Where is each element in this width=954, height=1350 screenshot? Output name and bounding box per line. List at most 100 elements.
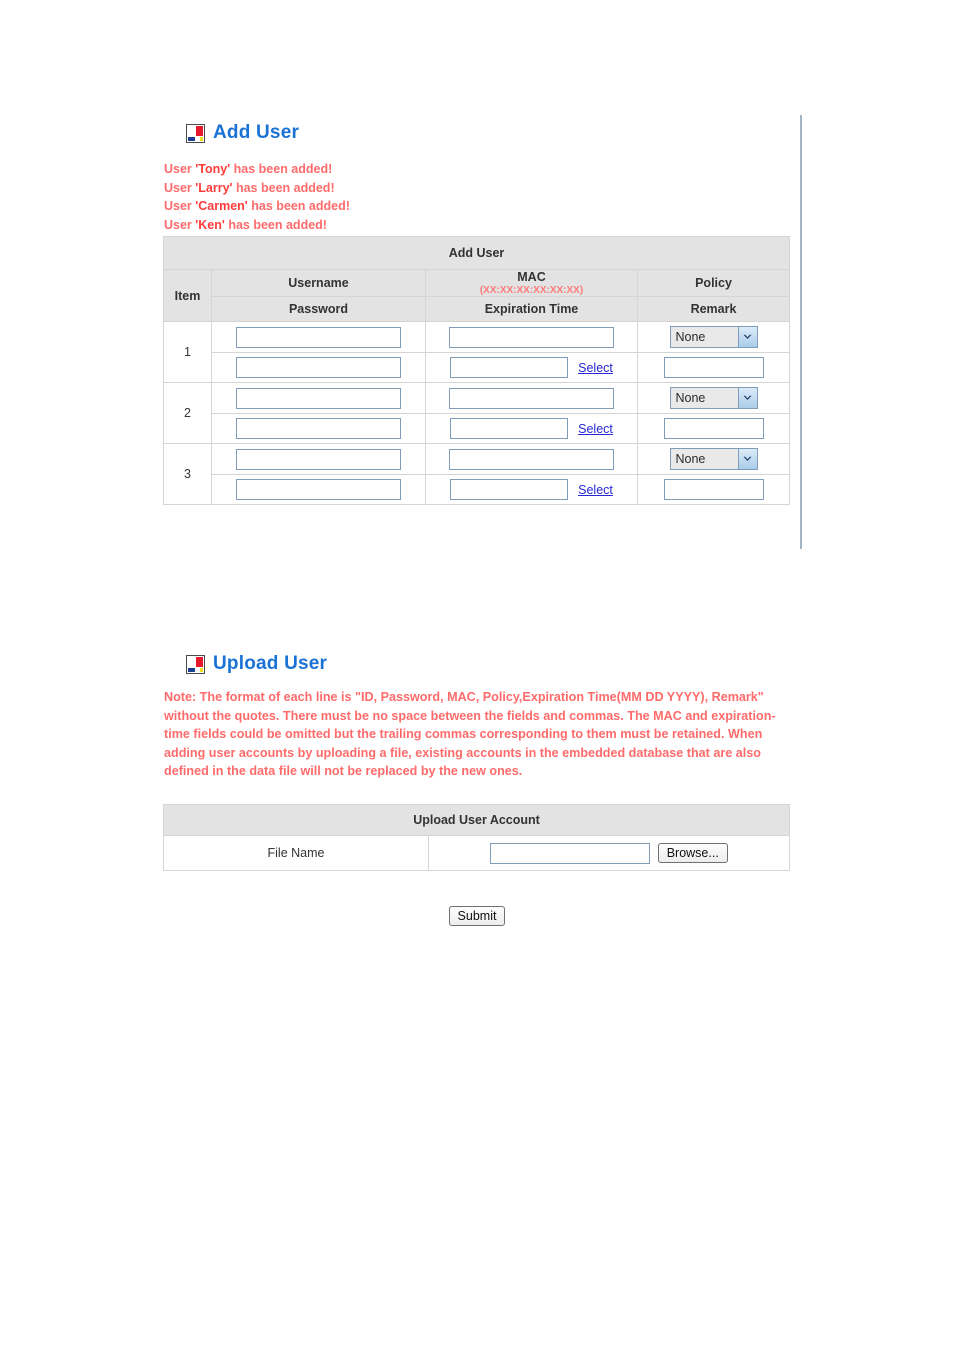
expiration-input[interactable]	[450, 479, 569, 500]
table-caption-row: Upload User Account	[162, 804, 791, 836]
file-name-cell: Browse...	[427, 835, 791, 871]
password-input[interactable]	[236, 357, 401, 378]
upload-format-note: Note: The format of each line is "ID, Pa…	[164, 690, 776, 778]
mondrian-icon-cell-white	[188, 656, 195, 667]
expiration-wrapper: Select	[426, 479, 637, 500]
cell-expiration: Select	[425, 474, 638, 505]
header-item: Item	[163, 269, 212, 322]
mondrian-icon	[186, 654, 205, 674]
mac-input[interactable]	[449, 387, 614, 409]
mondrian-icon-cell-red	[196, 125, 203, 136]
cell-username	[211, 382, 426, 414]
table-row: Select	[164, 474, 791, 505]
upload-user-heading: Upload User	[186, 653, 327, 675]
policy-select[interactable]: None	[669, 326, 758, 348]
status-message-username: 'Carmen'	[195, 199, 248, 213]
username-input[interactable]	[236, 448, 401, 470]
expiration-select-link[interactable]: Select	[578, 422, 613, 436]
submit-button-container: Submit	[163, 906, 791, 926]
cell-mac	[425, 321, 638, 353]
status-message-username: 'Tony'	[195, 162, 231, 176]
chevron-down-icon[interactable]	[737, 327, 757, 347]
table-row: 2 None	[163, 382, 791, 444]
header-expiration-time: Expiration Time	[425, 296, 638, 322]
add-user-heading: Add User	[186, 122, 299, 144]
upload-user-table: Upload User Account File Name Browse...	[162, 804, 791, 871]
cell-policy: None	[636, 321, 791, 353]
username-input[interactable]	[236, 326, 401, 348]
cell-remark	[636, 352, 791, 383]
policy-select[interactable]: None	[669, 387, 758, 409]
status-message-prefix: User	[164, 180, 196, 195]
expiration-wrapper: Select	[426, 357, 637, 378]
table-row: Select	[164, 352, 791, 383]
file-name-input[interactable]	[490, 842, 651, 864]
file-name-row: File Name Browse...	[163, 835, 791, 871]
header-remark: Remark	[636, 296, 791, 322]
status-message-prefix: User	[164, 217, 196, 232]
cell-policy: None	[636, 443, 791, 475]
mondrian-icon	[186, 123, 205, 143]
policy-select[interactable]: None	[669, 448, 758, 470]
expiration-select-link[interactable]: Select	[578, 483, 613, 497]
table-caption-row: Add User	[162, 236, 791, 270]
submit-button[interactable]: Submit	[448, 906, 506, 926]
add-user-table-caption: Add User	[162, 236, 791, 270]
row-item-number: 3	[163, 443, 212, 505]
header-mac-format: (XX:XX:XX:XX:XX:XX)	[479, 285, 584, 296]
mondrian-icon-cell-blue	[188, 667, 195, 672]
upload-user-table-caption: Upload User Account	[162, 804, 791, 836]
header-password: Password	[211, 296, 426, 322]
add-user-title: Add User	[213, 122, 300, 143]
status-message-prefix: User	[164, 162, 196, 176]
table-row: Select	[164, 413, 791, 444]
cell-remark	[636, 413, 791, 444]
expiration-select-link[interactable]: Select	[578, 361, 613, 375]
policy-select-value: None	[670, 327, 738, 347]
status-messages: User 'Tony' has been added! User 'Larry'…	[164, 160, 350, 234]
remark-input[interactable]	[663, 357, 764, 378]
password-input[interactable]	[236, 479, 401, 500]
cell-password	[211, 413, 426, 444]
status-message-suffix: has been added!	[224, 217, 327, 232]
status-message-username: 'Larry'	[195, 180, 233, 195]
username-input[interactable]	[236, 387, 401, 409]
cell-policy: None	[636, 382, 791, 414]
remark-input[interactable]	[663, 418, 764, 439]
mac-input[interactable]	[449, 326, 614, 348]
chevron-down-icon[interactable]	[737, 388, 757, 408]
cell-expiration: Select	[425, 352, 638, 383]
chevron-down-icon[interactable]	[737, 449, 757, 469]
row-item-number: 2	[163, 382, 212, 444]
remark-input[interactable]	[663, 479, 764, 500]
policy-select-value: None	[670, 388, 738, 408]
header-username: Username	[211, 269, 426, 297]
cell-mac	[425, 382, 638, 414]
browse-button[interactable]: Browse...	[657, 843, 728, 863]
mac-input[interactable]	[449, 448, 614, 470]
upload-user-title: Upload User	[213, 653, 328, 674]
status-message-username: 'Ken'	[195, 217, 225, 232]
status-message-suffix: has been added!	[230, 162, 333, 176]
status-message: User 'Tony' has been added!	[164, 160, 350, 179]
expiration-input[interactable]	[450, 418, 569, 439]
page-divider-rule	[800, 115, 802, 549]
cell-mac	[425, 443, 638, 475]
status-message-suffix: has been added!	[247, 199, 350, 213]
password-input[interactable]	[236, 418, 401, 439]
status-message-prefix: User	[164, 199, 196, 213]
expiration-input[interactable]	[450, 357, 569, 378]
cell-username	[211, 321, 426, 353]
table-row: 1 None	[163, 321, 791, 383]
cell-password	[211, 352, 426, 383]
header-mac: MAC (XX:XX:XX:XX:XX:XX)	[425, 269, 638, 297]
cell-expiration: Select	[425, 413, 638, 444]
cell-username	[211, 443, 426, 475]
policy-select-value: None	[670, 449, 738, 469]
mondrian-icon-cell-blue	[188, 136, 195, 141]
mondrian-icon-cell-yellow	[196, 667, 203, 672]
expiration-wrapper: Select	[426, 418, 637, 439]
status-message-suffix: has been added!	[232, 180, 335, 195]
mondrian-icon-cell-red	[196, 656, 203, 667]
table-row: 3 None	[163, 443, 791, 505]
